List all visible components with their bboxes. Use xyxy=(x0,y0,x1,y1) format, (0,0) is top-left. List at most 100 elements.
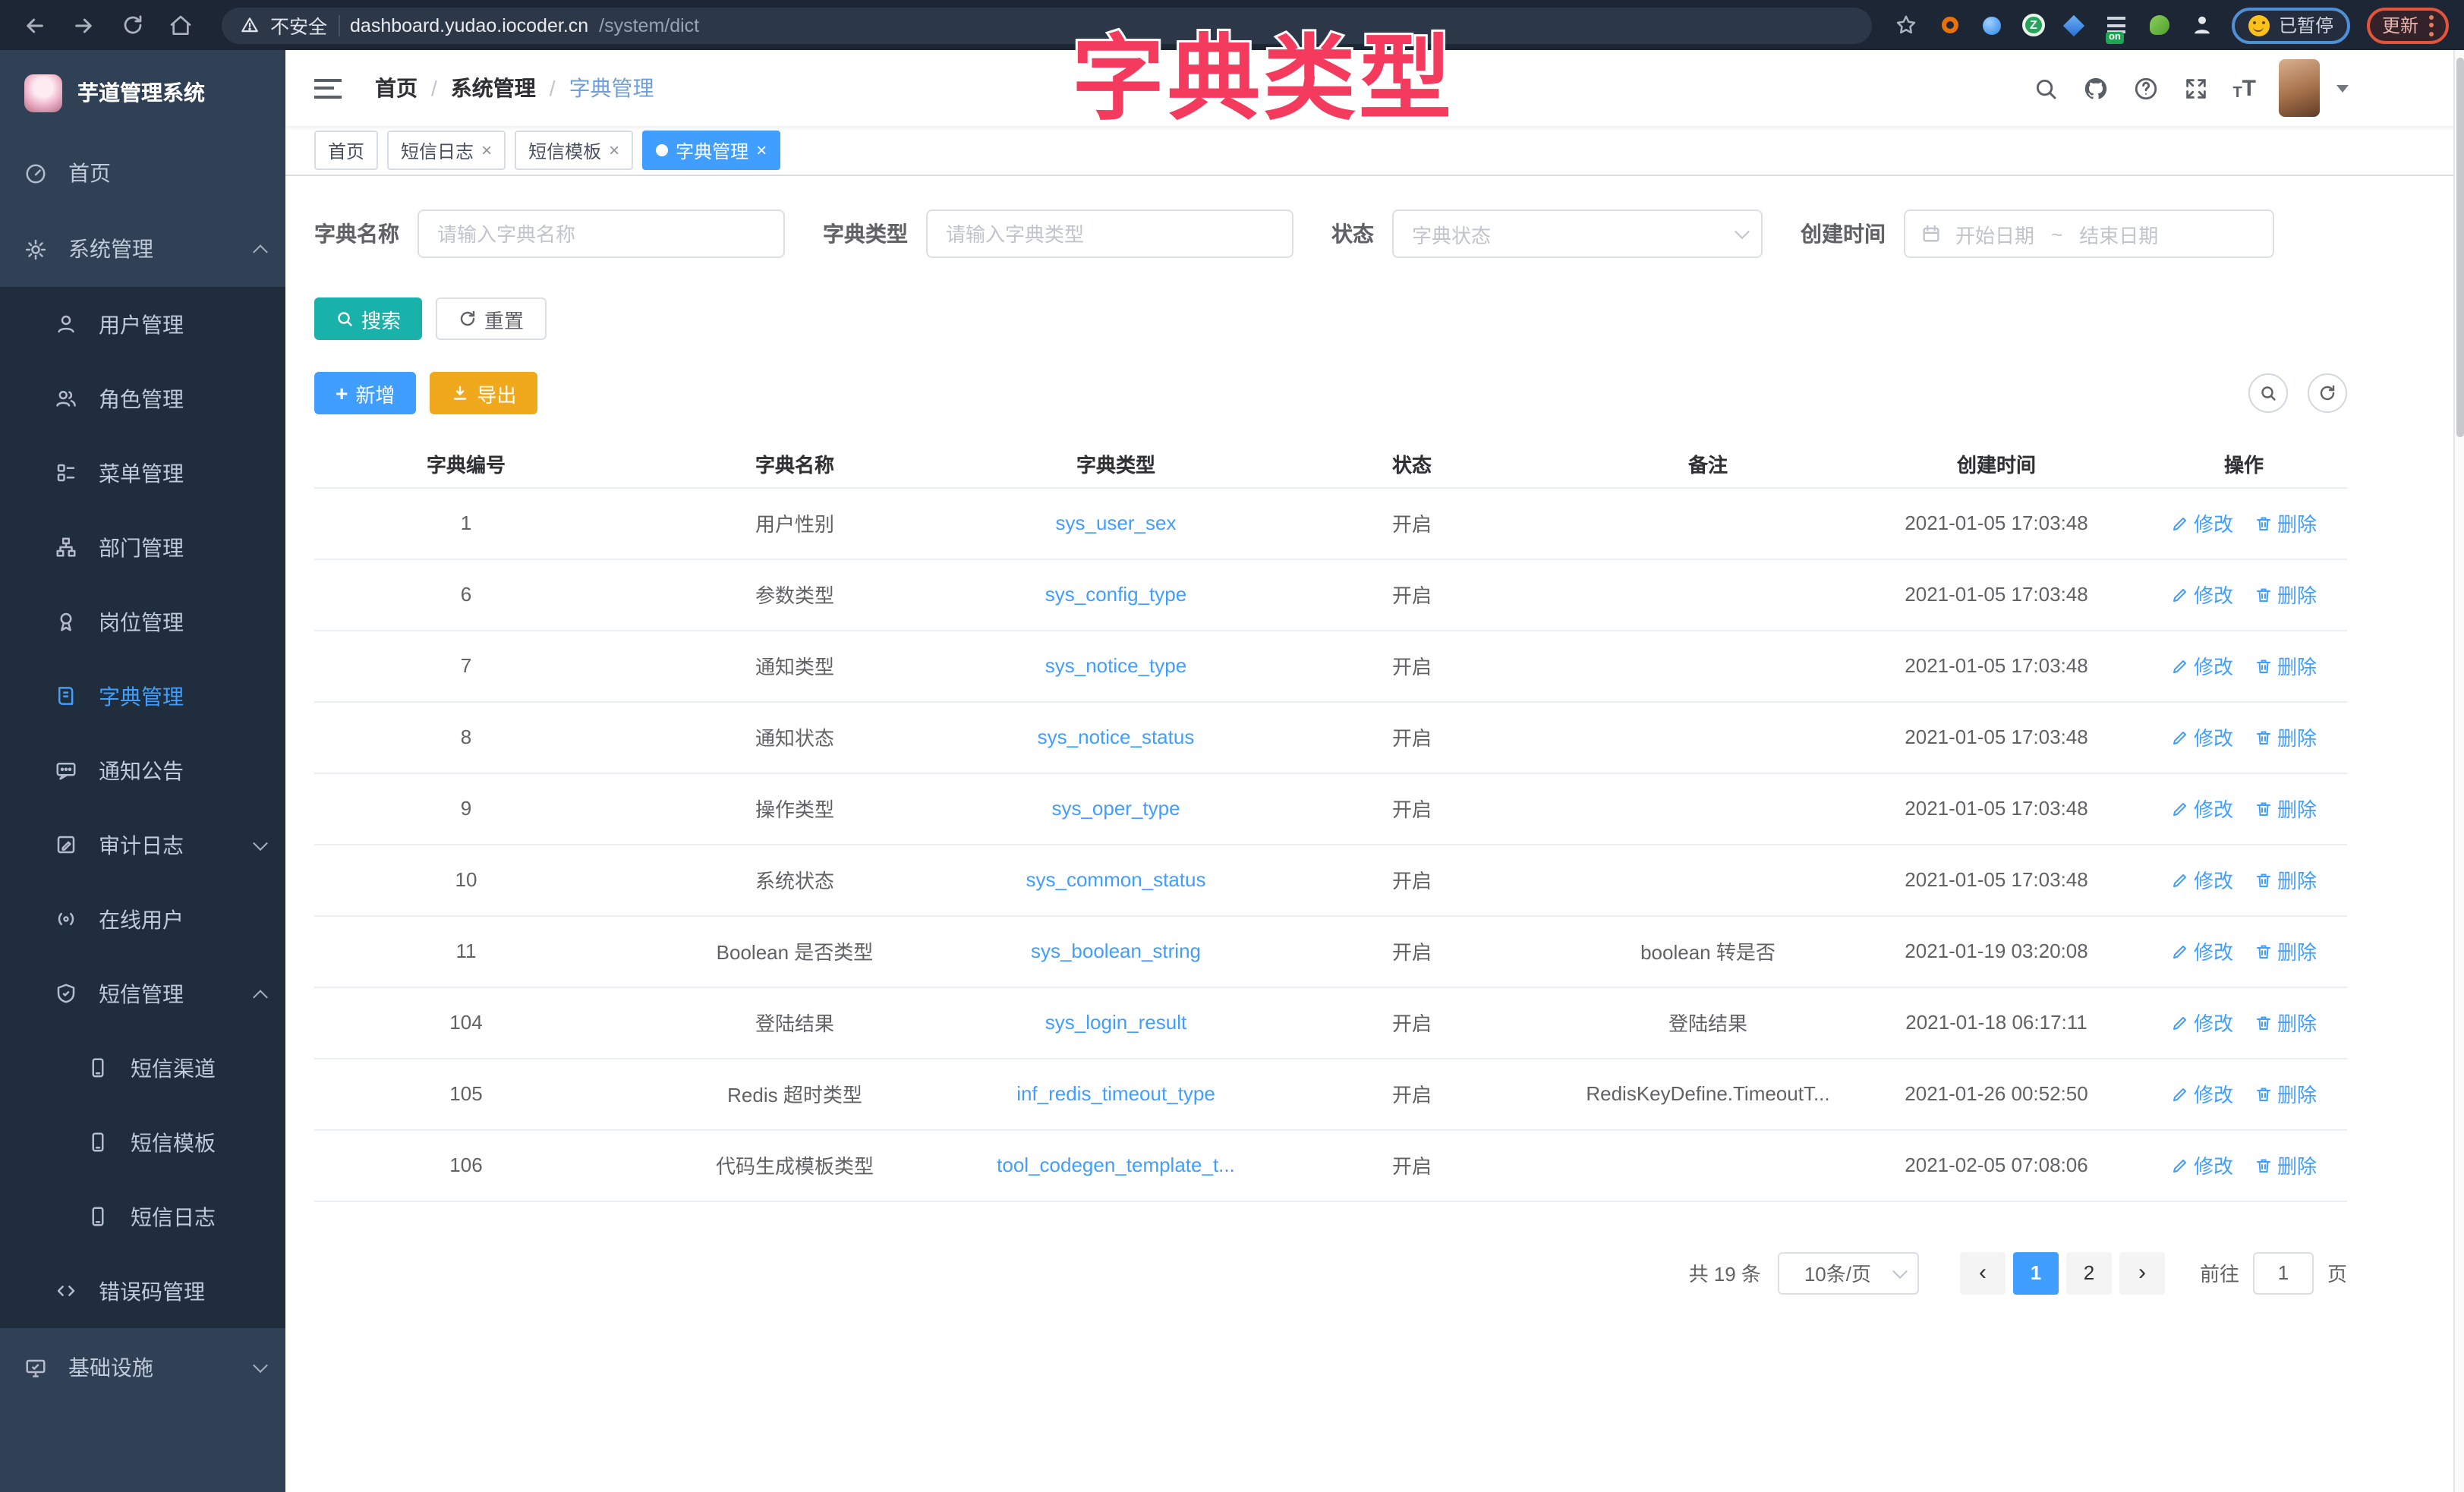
sidebar-item-roles[interactable]: 角色管理 xyxy=(0,361,285,436)
hamburger-icon[interactable] xyxy=(314,78,342,98)
security-label[interactable]: 不安全 xyxy=(270,11,327,39)
help-icon[interactable] xyxy=(2132,74,2160,102)
edit-button[interactable]: 修改 xyxy=(2171,936,2233,965)
sidebar-item-sms-log[interactable]: 短信日志 xyxy=(0,1179,285,1254)
sidebar-item-sms-channel[interactable]: 短信渠道 xyxy=(0,1031,285,1105)
green-z-icon[interactable]: Z xyxy=(2022,14,2045,36)
edit-button[interactable]: 修改 xyxy=(2171,651,2233,680)
delete-button[interactable]: 删除 xyxy=(2254,1079,2317,1108)
edit-button[interactable]: 修改 xyxy=(2171,722,2233,751)
dict-type-input[interactable] xyxy=(926,209,1293,258)
sidebar-item-sms-template[interactable]: 短信模板 xyxy=(0,1105,285,1179)
blue-diamond-icon[interactable] xyxy=(2062,12,2087,38)
app-logo[interactable]: 芋道管理系统 xyxy=(0,50,285,135)
sidebar-item-departments[interactable]: 部门管理 xyxy=(0,510,285,584)
delete-button[interactable]: 删除 xyxy=(2254,722,2317,751)
status-select[interactable]: 字典状态 xyxy=(1392,209,1763,258)
edit-button[interactable]: 修改 xyxy=(2171,1079,2233,1108)
avatar[interactable] xyxy=(2279,59,2320,117)
forward-icon[interactable] xyxy=(64,5,103,45)
profile-paused-pill[interactable]: 已暂停 xyxy=(2232,7,2350,43)
page-button-2[interactable]: 2 xyxy=(2066,1251,2112,1294)
sidebar-item-online-users[interactable]: 在线用户 xyxy=(0,882,285,956)
github-icon[interactable] xyxy=(2082,74,2110,102)
kebab-menu-icon[interactable] xyxy=(2429,14,2434,36)
sidebar-item-posts[interactable]: 岗位管理 xyxy=(0,584,285,659)
start-date-placeholder[interactable]: 开始日期 xyxy=(1955,219,2034,248)
fullscreen-icon[interactable] xyxy=(2182,74,2210,102)
edit-button[interactable]: 修改 xyxy=(2171,1008,2233,1037)
delete-button[interactable]: 删除 xyxy=(2254,794,2317,823)
next-page-button[interactable]: › xyxy=(2119,1251,2165,1294)
sidebar-item-home[interactable]: 首页 xyxy=(0,135,285,211)
dict-type-link[interactable]: sys_boolean_string xyxy=(1031,940,1201,962)
show-search-icon[interactable] xyxy=(2248,373,2288,413)
delete-button[interactable]: 删除 xyxy=(2254,1008,2317,1037)
tabs-on-icon[interactable]: on xyxy=(2104,12,2130,38)
sidebar-item-dictionary[interactable]: 字典管理 xyxy=(0,659,285,733)
scrollbar[interactable] xyxy=(2453,50,2464,1492)
blue-gem-icon[interactable] xyxy=(1980,12,2006,38)
tab-dictionary[interactable]: 字典管理 × xyxy=(642,131,780,170)
star-icon[interactable] xyxy=(1893,5,1920,45)
reset-button[interactable]: 重置 xyxy=(436,297,547,340)
scrollbar-thumb[interactable] xyxy=(2456,58,2464,437)
search-button[interactable]: 搜索 xyxy=(314,297,422,340)
dict-type-link[interactable]: sys_common_status xyxy=(1026,868,1206,891)
tab-sms-log[interactable]: 短信日志 × xyxy=(387,131,506,170)
delete-button[interactable]: 删除 xyxy=(2254,865,2317,894)
sidebar-item-users[interactable]: 用户管理 xyxy=(0,287,285,361)
dict-type-link[interactable]: sys_notice_type xyxy=(1045,654,1186,677)
delete-button[interactable]: 删除 xyxy=(2254,580,2317,609)
close-icon[interactable]: × xyxy=(609,141,619,159)
dict-type-link[interactable]: sys_login_result xyxy=(1045,1011,1186,1034)
sidebar-item-menus[interactable]: 菜单管理 xyxy=(0,436,285,510)
sidebar-item-notices[interactable]: 通知公告 xyxy=(0,733,285,807)
end-date-placeholder[interactable]: 结束日期 xyxy=(2079,219,2158,248)
edit-button[interactable]: 修改 xyxy=(2171,1150,2233,1179)
search-icon[interactable] xyxy=(2032,74,2059,102)
close-icon[interactable]: × xyxy=(481,141,492,159)
sidebar-item-system[interactable]: 系统管理 xyxy=(0,211,285,287)
edit-button[interactable]: 修改 xyxy=(2171,508,2233,537)
sidebar-item-sms[interactable]: 短信管理 xyxy=(0,956,285,1031)
close-icon[interactable]: × xyxy=(756,141,767,159)
delete-button[interactable]: 删除 xyxy=(2254,508,2317,537)
home-icon[interactable] xyxy=(161,5,200,45)
sidebar-item-error-codes[interactable]: 错误码管理 xyxy=(0,1254,285,1328)
orange-ring-icon[interactable] xyxy=(1937,12,1963,38)
tab-home[interactable]: 首页 xyxy=(314,131,378,170)
dict-type-link[interactable]: tool_codegen_template_t... xyxy=(997,1154,1235,1176)
delete-button[interactable]: 删除 xyxy=(2254,936,2317,965)
delete-button[interactable]: 删除 xyxy=(2254,651,2317,680)
dict-type-link[interactable]: sys_oper_type xyxy=(1051,797,1180,820)
prev-page-button[interactable]: ‹ xyxy=(1960,1251,2006,1294)
page-size-select[interactable]: 10条/页 xyxy=(1778,1251,1919,1294)
edit-button[interactable]: 修改 xyxy=(2171,865,2233,894)
dict-type-link[interactable]: sys_notice_status xyxy=(1038,726,1195,748)
dict-type-link[interactable]: inf_redis_timeout_type xyxy=(1016,1082,1215,1105)
address-bar[interactable]: 不安全 dashboard.yudao.iocoder.cn/system/di… xyxy=(222,7,1872,43)
export-button[interactable]: 导出 xyxy=(430,372,537,414)
goto-page-input[interactable] xyxy=(2253,1251,2314,1294)
dict-type-link[interactable]: sys_user_sex xyxy=(1056,511,1177,534)
dict-type-link[interactable]: sys_config_type xyxy=(1045,583,1186,606)
back-icon[interactable] xyxy=(15,5,55,45)
gray-figure-icon[interactable] xyxy=(2189,12,2215,38)
reload-icon[interactable] xyxy=(112,5,152,45)
dict-name-input[interactable] xyxy=(417,209,785,258)
tab-sms-template[interactable]: 短信模板 × xyxy=(515,131,633,170)
delete-button[interactable]: 删除 xyxy=(2254,1150,2317,1179)
green-leaf-icon[interactable] xyxy=(2147,12,2173,38)
refresh-icon[interactable] xyxy=(2308,373,2347,413)
add-button[interactable]: + 新增 xyxy=(314,372,416,414)
edit-button[interactable]: 修改 xyxy=(2171,794,2233,823)
breadcrumb-system[interactable]: 系统管理 xyxy=(451,73,536,103)
date-range-picker[interactable]: 开始日期 ~ 结束日期 xyxy=(1904,209,2274,258)
sidebar-item-audit-log[interactable]: 审计日志 xyxy=(0,807,285,882)
page-button-1[interactable]: 1 xyxy=(2013,1251,2059,1294)
caret-down-icon[interactable] xyxy=(2336,84,2349,92)
browser-update-button[interactable]: 更新 xyxy=(2367,7,2449,43)
font-size-icon[interactable]: TT xyxy=(2232,75,2256,101)
edit-button[interactable]: 修改 xyxy=(2171,580,2233,609)
